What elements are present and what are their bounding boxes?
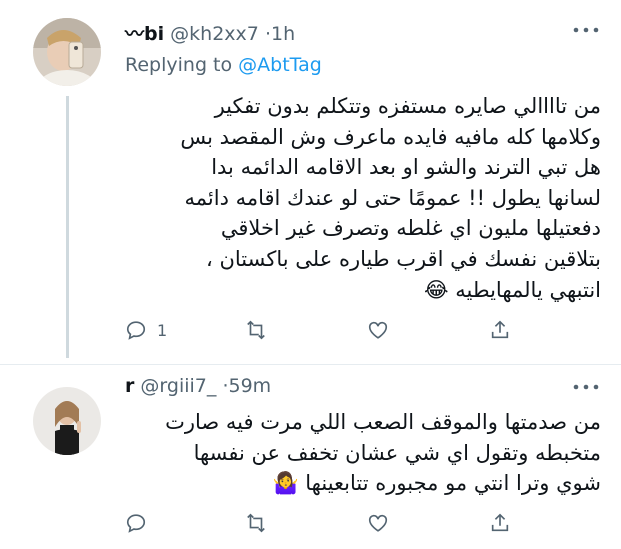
reply-count: 1: [157, 320, 168, 340]
retweet-icon: [247, 320, 265, 340]
action-bar: [125, 510, 515, 536]
tweet-text: من صدمتها والموقف الصعب اللي مرت فيه صار…: [165, 410, 601, 496]
thread-line: [66, 96, 69, 358]
heart-icon: [368, 514, 388, 532]
share-button[interactable]: [489, 510, 511, 536]
tweet-header: 〰bi @kh2xx7 ·1h: [125, 19, 295, 46]
reply-icon: [126, 514, 146, 533]
reply-icon: [126, 321, 146, 340]
avatar-image: [33, 387, 101, 455]
mention-link[interactable]: @AbtTag: [238, 54, 322, 76]
timestamp[interactable]: 1h: [271, 23, 295, 45]
timestamp[interactable]: 59m: [228, 375, 271, 397]
heart-icon: [368, 321, 388, 339]
replying-to: Replying to @AbtTag: [125, 54, 322, 76]
share-icon: [491, 513, 509, 532]
tweet-text: من تاااالي صايره مستفزه وتتكلم بدون تفكي…: [180, 94, 601, 302]
replying-prefix: Replying to: [125, 54, 239, 76]
action-bar: 1: [125, 317, 515, 343]
avatar-image: [33, 18, 101, 86]
tweet-2[interactable]: r @rgiii7_ ·59m من صدمتها والموقف الصعب …: [0, 365, 621, 549]
reply-button[interactable]: 1: [125, 317, 167, 343]
tweet-1[interactable]: 〰bi @kh2xx7 ·1h Replying to @AbtTag من ت…: [0, 0, 621, 364]
avatar[interactable]: [33, 18, 101, 86]
retweet-button[interactable]: [245, 510, 267, 536]
display-name[interactable]: 〰bi: [125, 23, 164, 45]
like-button[interactable]: [367, 317, 389, 343]
retweet-button[interactable]: [245, 317, 267, 343]
reply-button[interactable]: [125, 510, 147, 536]
handle[interactable]: @kh2xx7: [170, 23, 259, 45]
handle[interactable]: @rgiii7_: [140, 375, 216, 397]
tweet-header: r @rgiii7_ ·59m: [125, 375, 271, 397]
display-name[interactable]: r: [125, 375, 134, 397]
more-dots-icon[interactable]: [571, 373, 601, 397]
share-button[interactable]: [489, 317, 511, 343]
like-button[interactable]: [367, 510, 389, 536]
more-dots-icon[interactable]: [571, 16, 601, 40]
retweet-icon: [247, 513, 265, 533]
share-icon: [491, 320, 509, 339]
avatar[interactable]: [33, 387, 101, 455]
